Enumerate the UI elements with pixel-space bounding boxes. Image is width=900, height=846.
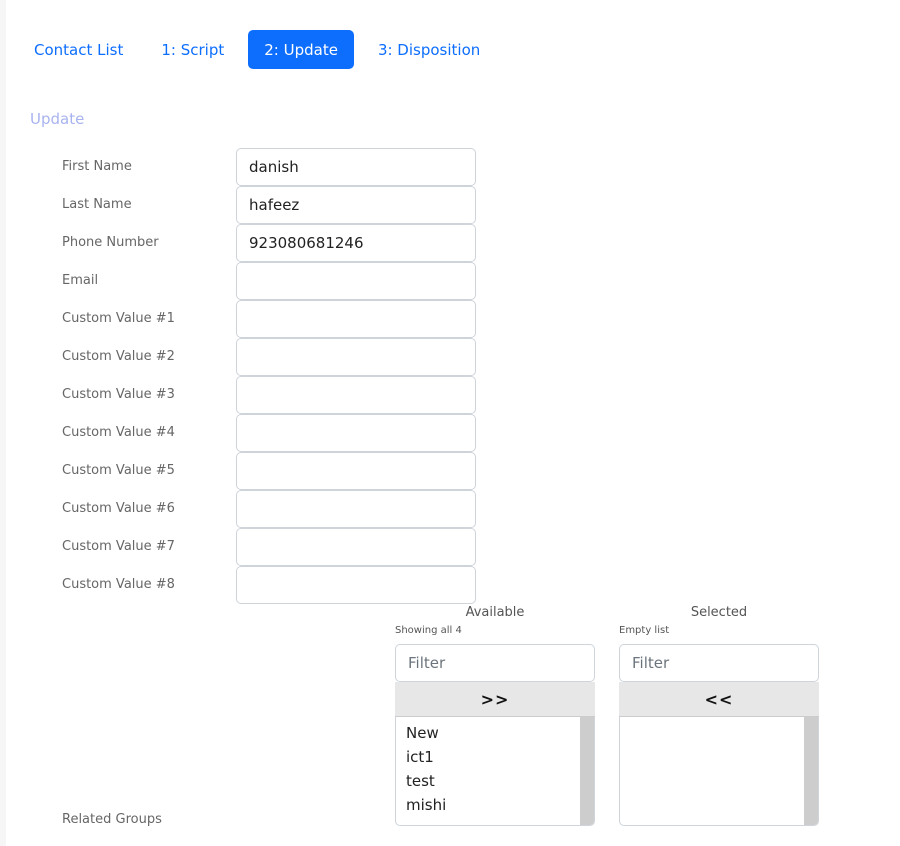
custom-value-2-label: Custom Value #2 (62, 349, 175, 364)
custom-value-4-label: Custom Value #4 (62, 425, 175, 440)
custom-value-7-input[interactable] (236, 528, 476, 566)
selected-filter-input[interactable] (619, 644, 819, 682)
available-scrollbar[interactable] (580, 717, 594, 825)
tab-script[interactable]: 1: Script (147, 30, 238, 69)
custom-value-4-input[interactable] (236, 414, 476, 452)
double-chevron-right-icon: >> (480, 689, 510, 709)
custom-value-5-input[interactable] (236, 452, 476, 490)
form-row-custom-value-1: Custom Value #1 (62, 300, 482, 338)
form-row-email: Email (62, 262, 482, 300)
form-row-custom-value-5: Custom Value #5 (62, 452, 482, 490)
form-row-custom-value-6: Custom Value #6 (62, 490, 482, 528)
available-filter-input[interactable] (395, 644, 595, 682)
form-row-first-name: First Name (62, 148, 482, 186)
double-chevron-left-icon: << (704, 689, 734, 709)
move-all-button[interactable]: >> (395, 682, 595, 717)
selected-groups-panel: Selected Empty list << (619, 604, 819, 826)
email-input[interactable] (236, 262, 476, 300)
list-item[interactable]: mishi (406, 795, 584, 819)
custom-value-6-label: Custom Value #6 (62, 501, 175, 516)
first-name-input[interactable] (236, 148, 476, 186)
form-row-custom-value-3: Custom Value #3 (62, 376, 482, 414)
custom-value-8-label: Custom Value #8 (62, 577, 175, 592)
page-left-edge (0, 0, 6, 846)
section-title: Update (30, 110, 85, 128)
phone-number-input[interactable] (236, 224, 476, 262)
selected-scrollbar[interactable] (804, 717, 818, 825)
tab-disposition[interactable]: 3: Disposition (364, 30, 494, 69)
custom-value-6-input[interactable] (236, 490, 476, 528)
custom-value-5-label: Custom Value #5 (62, 463, 175, 478)
form-row-custom-value-7: Custom Value #7 (62, 528, 482, 566)
tab-update[interactable]: 2: Update (248, 30, 354, 69)
form-row-custom-value-2: Custom Value #2 (62, 338, 482, 376)
last-name-label: Last Name (62, 197, 132, 212)
step-tabs: Contact List 1: Script 2: Update 3: Disp… (20, 30, 504, 69)
selected-items (620, 717, 818, 729)
form-row-phone-number: Phone Number (62, 224, 482, 262)
custom-value-8-input[interactable] (236, 566, 476, 604)
phone-number-label: Phone Number (62, 235, 159, 250)
tab-contact-list[interactable]: Contact List (20, 30, 137, 69)
available-groups-panel: Available Showing all 4 >> New ict1 test… (395, 604, 595, 826)
selected-info: Empty list (619, 625, 670, 636)
custom-value-2-input[interactable] (236, 338, 476, 376)
form-row-custom-value-8: Custom Value #8 (62, 566, 482, 604)
selected-title: Selected (690, 605, 748, 620)
available-title: Available (465, 605, 525, 620)
first-name-label: First Name (62, 159, 132, 174)
remove-all-button[interactable]: << (619, 682, 819, 717)
related-groups-label: Related Groups (62, 812, 162, 827)
email-label: Email (62, 273, 99, 288)
last-name-input[interactable] (236, 186, 476, 224)
list-item[interactable]: ict1 (406, 747, 584, 771)
custom-value-1-input[interactable] (236, 300, 476, 338)
custom-value-3-input[interactable] (236, 376, 476, 414)
form-row-custom-value-4: Custom Value #4 (62, 414, 482, 452)
custom-value-7-label: Custom Value #7 (62, 539, 175, 554)
list-item[interactable]: test (406, 771, 584, 795)
available-listbox[interactable]: New ict1 test mishi (395, 717, 595, 826)
form-row-last-name: Last Name (62, 186, 482, 224)
custom-value-1-label: Custom Value #1 (62, 311, 175, 326)
custom-value-3-label: Custom Value #3 (62, 387, 175, 402)
selected-listbox[interactable] (619, 717, 819, 826)
list-item[interactable]: New (406, 723, 584, 747)
available-items: New ict1 test mishi (396, 717, 594, 825)
available-info: Showing all 4 (395, 625, 462, 636)
